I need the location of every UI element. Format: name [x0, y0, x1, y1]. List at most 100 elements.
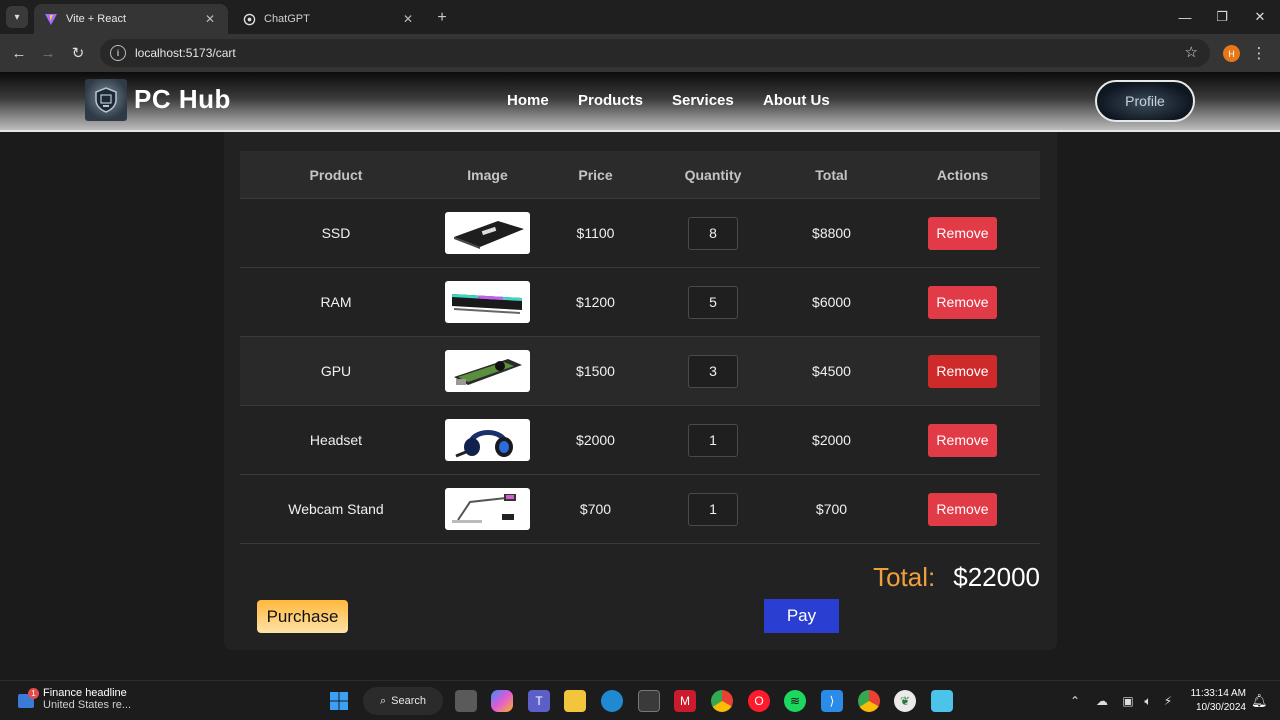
taskbar-search[interactable]: ⌕ Search: [363, 687, 443, 715]
column-header-quantity: Quantity: [684, 166, 742, 183]
news-widget[interactable]: 1 Finance headline United States re...: [16, 687, 131, 711]
gpu-image: [445, 350, 530, 392]
reload-icon[interactable]: ↻: [67, 42, 89, 64]
chrome-icon[interactable]: [711, 690, 733, 712]
mongodb-icon[interactable]: ❦: [894, 690, 916, 712]
volume-icon[interactable]: 🔈︎: [1140, 692, 1156, 710]
file-explorer-icon[interactable]: [564, 690, 586, 712]
purchase-button[interactable]: Purchase: [257, 600, 348, 633]
tab-title: ChatGPT: [264, 13, 310, 25]
battery-icon[interactable]: ⚡︎: [1160, 692, 1176, 710]
product-name: SSD: [321, 225, 351, 241]
tab-vite-react[interactable]: Vite + React ✕: [34, 4, 228, 34]
column-header-actions: Actions: [936, 166, 989, 183]
close-tab-icon[interactable]: ✕: [202, 11, 218, 27]
news-icon: 1: [16, 688, 39, 710]
product-price: $1500: [576, 363, 615, 379]
restore-icon[interactable]: ❐: [1210, 6, 1234, 28]
onedrive-icon[interactable]: ☁: [1094, 692, 1110, 710]
back-icon[interactable]: ←: [8, 42, 30, 64]
search-icon: ⌕: [379, 694, 387, 707]
table-row: Headset $2000 1 $2000 Remove: [240, 405, 1040, 474]
remove-button[interactable]: Remove: [928, 354, 997, 388]
tab-chatgpt[interactable]: ChatGPT ✕: [232, 4, 426, 34]
search-label: Search: [391, 695, 427, 707]
quantity-input[interactable]: 1: [688, 492, 738, 526]
show-hidden-icons-icon[interactable]: ⌃: [1067, 692, 1083, 710]
notepad-icon[interactable]: [931, 690, 953, 712]
nav-home[interactable]: Home: [507, 92, 549, 109]
copilot-icon[interactable]: [491, 690, 513, 712]
tab-title: Vite + React: [66, 13, 127, 25]
spotify-icon[interactable]: ≋: [784, 690, 806, 712]
pc-hub-logo[interactable]: [85, 79, 127, 121]
line-total: $6000: [812, 294, 851, 310]
column-header-price: Price: [578, 166, 613, 183]
forward-icon[interactable]: →: [37, 42, 59, 64]
remove-button[interactable]: Remove: [928, 216, 997, 250]
product-name: RAM: [320, 294, 352, 310]
table-header: Product Image Price Quantity Total Actio…: [240, 151, 1040, 198]
ssd-image: [445, 212, 530, 254]
total-label: Total:: [873, 562, 936, 592]
site-header: PC Hub Home Products Services About Us P…: [0, 72, 1280, 132]
minimize-icon[interactable]: —: [1173, 6, 1197, 28]
quantity-input[interactable]: 3: [688, 354, 738, 388]
url-text: localhost:5173/cart: [135, 46, 236, 60]
news-subtitle: United States re...: [43, 699, 132, 711]
tab-search-icon[interactable]: ▾: [6, 6, 28, 28]
task-view-icon[interactable]: [455, 690, 477, 712]
close-window-icon[interactable]: ✕: [1248, 6, 1272, 28]
teams-icon[interactable]: T: [528, 690, 550, 712]
headset-image: [445, 419, 530, 461]
cart-table: Product Image Price Quantity Total Actio…: [240, 151, 1040, 543]
pay-button[interactable]: Pay: [764, 599, 839, 633]
vscode-icon[interactable]: ⟩: [821, 690, 843, 712]
table-row: GPU $1500 3 $4500 Remove: [240, 336, 1040, 405]
line-total: $2000: [812, 432, 851, 448]
news-title: Finance headline: [43, 687, 127, 699]
mcafee-icon[interactable]: M: [674, 690, 696, 712]
remove-button[interactable]: Remove: [928, 285, 997, 319]
store-icon[interactable]: [638, 690, 660, 712]
vite-icon: [44, 12, 58, 26]
line-total: $700: [815, 501, 848, 517]
chatgpt-icon: [242, 12, 256, 26]
webcam-stand-image: [445, 488, 530, 530]
address-bar[interactable]: i localhost:5173/cart ☆: [100, 39, 1210, 67]
chrome-profile-icon[interactable]: [858, 690, 880, 712]
remove-button[interactable]: Remove: [928, 423, 997, 457]
profile-button[interactable]: Profile: [1095, 80, 1195, 122]
quantity-input[interactable]: 8: [688, 216, 738, 250]
new-tab-icon[interactable]: +: [432, 8, 452, 28]
nav-services[interactable]: Services: [672, 92, 734, 109]
quantity-input[interactable]: 5: [688, 285, 738, 319]
close-tab-icon[interactable]: ✕: [400, 11, 416, 27]
nav-products[interactable]: Products: [578, 92, 643, 109]
product-name: Headset: [309, 432, 363, 448]
browser-menu-icon[interactable]: ⋮: [1252, 43, 1267, 63]
brand-name[interactable]: PC Hub: [134, 84, 231, 115]
windows-start-icon[interactable]: [328, 690, 350, 712]
edge-icon[interactable]: [601, 690, 623, 712]
notification-bell-icon[interactable]: 🔔︎: [1251, 693, 1268, 709]
bookmark-star-icon[interactable]: ☆: [1185, 43, 1198, 61]
system-clock[interactable]: 11:33:14 AM 10/30/2024: [1186, 687, 1246, 715]
opera-icon[interactable]: O: [748, 690, 770, 712]
table-row: RAM $1200 5 $6000 Remove: [240, 267, 1040, 336]
product-price: $2000: [576, 432, 615, 448]
quantity-input[interactable]: 1: [688, 423, 738, 457]
table-divider: [240, 543, 1040, 544]
network-icon[interactable]: ▣: [1120, 692, 1136, 710]
table-row: Webcam Stand $700 1 $700 Remove: [240, 474, 1040, 543]
ram-image: [445, 281, 530, 323]
line-total: $4500: [812, 363, 851, 379]
remove-button[interactable]: Remove: [928, 492, 997, 526]
notification-badge: 1: [28, 688, 39, 699]
nav-about-us[interactable]: About Us: [763, 92, 830, 109]
total-amount: $22000: [953, 562, 1040, 592]
taskbar: 1 Finance headline United States re... ⌕…: [0, 680, 1280, 720]
site-info-icon[interactable]: i: [110, 45, 126, 61]
table-row: SSD $1100 8 $8800 Remove: [240, 198, 1040, 267]
browser-profile-avatar[interactable]: H: [1223, 45, 1240, 62]
